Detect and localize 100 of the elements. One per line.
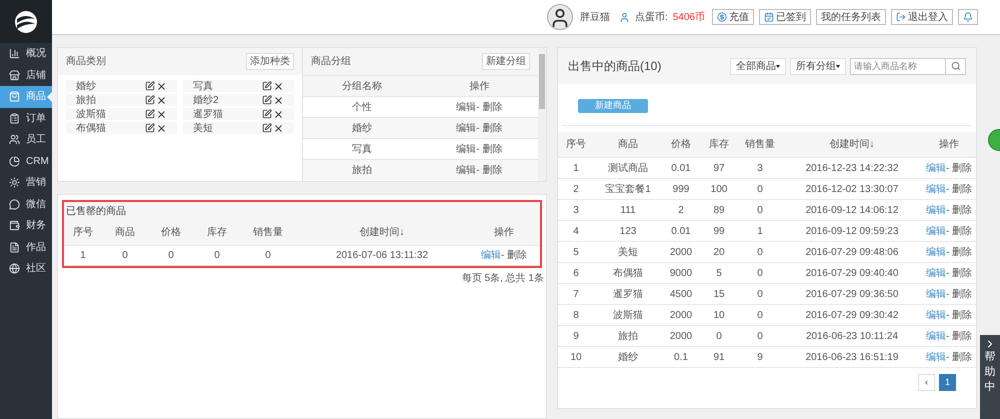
delete-link[interactable]: - 删除 [476, 142, 502, 156]
button-icon [896, 12, 906, 22]
category-item[interactable]: 写真 [183, 80, 294, 92]
table-cell-text: 暹罗猫 [612, 288, 644, 302]
edit-icon[interactable] [262, 81, 272, 91]
delete-link[interactable]: - 删除 [946, 224, 972, 238]
category-item[interactable]: 旅拍 [66, 94, 177, 106]
nav-icon [9, 220, 20, 232]
delete-link[interactable]: - 删除 [946, 308, 972, 322]
category-item[interactable]: 美短 [183, 122, 294, 134]
delete-link[interactable]: - 删除 [946, 328, 972, 344]
nav-item[interactable]: 订单 [0, 108, 52, 129]
delete-link[interactable]: - 删除 [946, 266, 972, 280]
nav-item[interactable]: 营销 [0, 172, 52, 194]
delete-link[interactable]: - 删除 [476, 162, 502, 178]
search-field[interactable]: 请输入商品名称 [850, 58, 946, 74]
nav-item[interactable]: 概况 [0, 43, 52, 64]
table-cell-text: 6 [572, 266, 580, 280]
add-category-button[interactable]: 添加种类 [246, 53, 294, 70]
table-cell-text: 2016-07-29 09:48:06 [804, 246, 900, 260]
nav-item[interactable]: 微信 [0, 194, 52, 215]
category-item[interactable]: 暹罗猫 [183, 108, 294, 120]
table-cell-text: 99 [712, 224, 726, 238]
edit-link[interactable]: 编辑 [926, 350, 946, 364]
filter-dropdown[interactable]: 所有分组 [790, 58, 846, 74]
delete-link[interactable]: - 删除 [946, 350, 972, 364]
delete-link[interactable]: - 删除 [500, 248, 528, 263]
header-button[interactable]: 充值 [712, 9, 754, 25]
category-item[interactable]: 婚纱2 [183, 94, 294, 106]
table-cell-text: 5 [572, 246, 580, 260]
close-icon[interactable] [156, 108, 167, 120]
close-icon[interactable] [273, 80, 284, 92]
edit-icon[interactable] [262, 109, 272, 119]
new-group-button[interactable]: 新建分组 [482, 53, 530, 70]
close-icon[interactable] [156, 80, 167, 92]
edit-link[interactable]: 编辑 [926, 224, 946, 238]
edit-link[interactable]: 编辑 [926, 160, 946, 176]
category-item[interactable]: 波斯猫 [66, 108, 177, 120]
help-center-tab[interactable]: 帮助中 [980, 335, 1000, 419]
edit-link[interactable]: 编辑 [926, 308, 946, 322]
delete-link[interactable]: - 删除 [946, 244, 972, 260]
nav-icon [9, 177, 20, 188]
table-cell-text: 1 [572, 162, 580, 176]
table-cell-text: 2016-07-29 09:40:40 [804, 266, 900, 280]
nav-item[interactable]: 员工 [0, 129, 52, 150]
filter-dropdown[interactable]: 全部商品 [730, 58, 786, 74]
column-header: 序号 [72, 226, 94, 240]
category-item[interactable]: 婚纱 [66, 80, 177, 92]
edit-link[interactable]: 编辑 [456, 162, 476, 178]
edit-link[interactable]: 编辑 [926, 202, 946, 218]
edit-link[interactable]: 编辑 [926, 286, 946, 302]
column-header: 操作 [468, 80, 490, 94]
table-cell-text: 9000 [668, 266, 694, 280]
search-button[interactable] [946, 58, 966, 74]
edit-icon[interactable] [145, 109, 155, 119]
column-header: 操作 [938, 138, 960, 152]
table-cell-text: 8 [572, 308, 580, 322]
table-cell-text: 0.01 [670, 162, 692, 176]
edit-icon[interactable] [145, 81, 155, 91]
edit-link[interactable]: 编辑 [926, 244, 946, 260]
table-cell-text: 0 [213, 249, 221, 263]
close-icon[interactable] [273, 94, 284, 106]
delete-link[interactable]: - 删除 [946, 182, 972, 196]
category-item[interactable]: 布偶猫 [66, 122, 177, 134]
table-cell-text: 123 [618, 224, 638, 238]
header-button[interactable]: 退出登入 [891, 9, 953, 25]
nav-item[interactable]: 作品 [0, 236, 52, 258]
close-icon[interactable] [156, 122, 167, 134]
pointer-icon [47, 92, 52, 102]
table-cell-text: 999 [672, 182, 690, 196]
delete-link[interactable]: - 删除 [946, 202, 972, 218]
header-button[interactable]: 已签到 [759, 9, 811, 25]
delete-link[interactable]: - 删除 [946, 286, 972, 302]
column-header: 库存 [708, 138, 730, 152]
nav-item[interactable]: 财务 [0, 215, 52, 236]
edit-icon[interactable] [145, 95, 155, 105]
close-icon[interactable] [273, 122, 284, 134]
page-button[interactable]: ‹ [918, 374, 935, 391]
edit-link[interactable]: 编辑 [456, 120, 476, 136]
edit-link[interactable]: 编辑 [456, 142, 476, 156]
edit-link[interactable]: 编辑 [456, 100, 476, 114]
edit-icon[interactable] [262, 95, 272, 105]
edit-icon[interactable] [262, 123, 272, 133]
nav-item[interactable]: 店铺 [0, 64, 52, 86]
edit-link[interactable]: 编辑 [926, 266, 946, 280]
close-icon[interactable] [156, 94, 167, 106]
delete-link[interactable]: - 删除 [476, 100, 502, 114]
edit-link[interactable]: 编辑 [480, 248, 501, 263]
close-icon[interactable] [273, 108, 284, 120]
edit-link[interactable]: 编辑 [926, 182, 946, 196]
edit-icon[interactable] [145, 123, 155, 133]
header-button[interactable]: 我的任务列表 [816, 9, 886, 25]
edit-link[interactable]: 编辑 [926, 328, 946, 344]
delete-link[interactable]: - 删除 [476, 120, 502, 136]
nav-item[interactable]: CRM [0, 150, 52, 172]
notification-button[interactable] [958, 9, 978, 25]
page-button[interactable]: 1 [939, 374, 956, 391]
delete-link[interactable]: - 删除 [946, 160, 972, 176]
nav-item[interactable]: 社区 [0, 258, 52, 280]
table-cell-text: 2016-09-12 14:06:12 [804, 204, 900, 218]
